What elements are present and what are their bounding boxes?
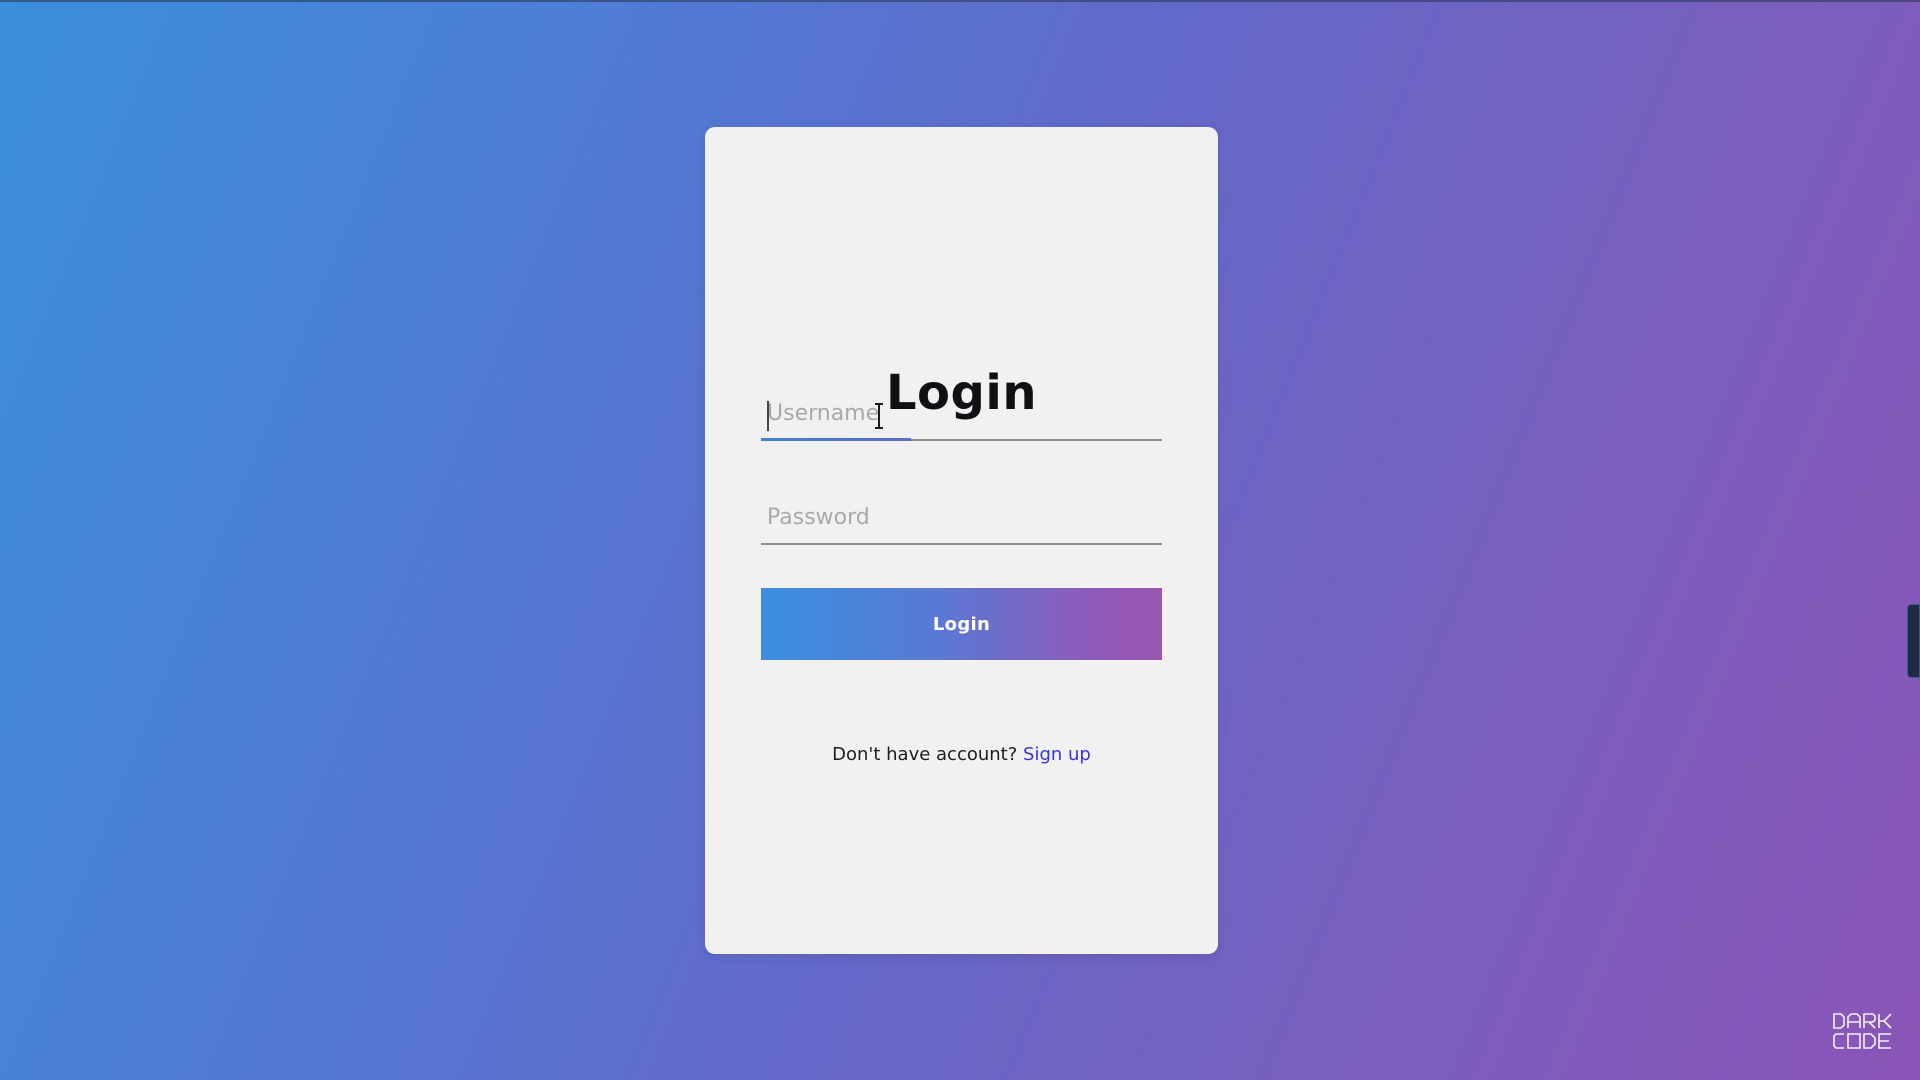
- signup-link[interactable]: Sign up: [1023, 744, 1091, 765]
- username-input[interactable]: [767, 395, 1156, 431]
- dark-code-logo: [1833, 1013, 1892, 1049]
- username-field[interactable]: [761, 385, 1162, 441]
- scroll-handle[interactable]: [1907, 604, 1920, 678]
- signup-prompt: Don't have account? Sign up: [705, 744, 1218, 765]
- password-input[interactable]: [767, 499, 1156, 535]
- signup-prompt-text: Don't have account?: [832, 744, 1018, 765]
- password-field[interactable]: [761, 489, 1162, 545]
- login-button[interactable]: Login: [761, 588, 1162, 660]
- text-caret: [767, 401, 769, 431]
- text-cursor-icon: [875, 403, 883, 429]
- username-focus-underline: [761, 438, 911, 441]
- top-edge-line: [0, 0, 1920, 2]
